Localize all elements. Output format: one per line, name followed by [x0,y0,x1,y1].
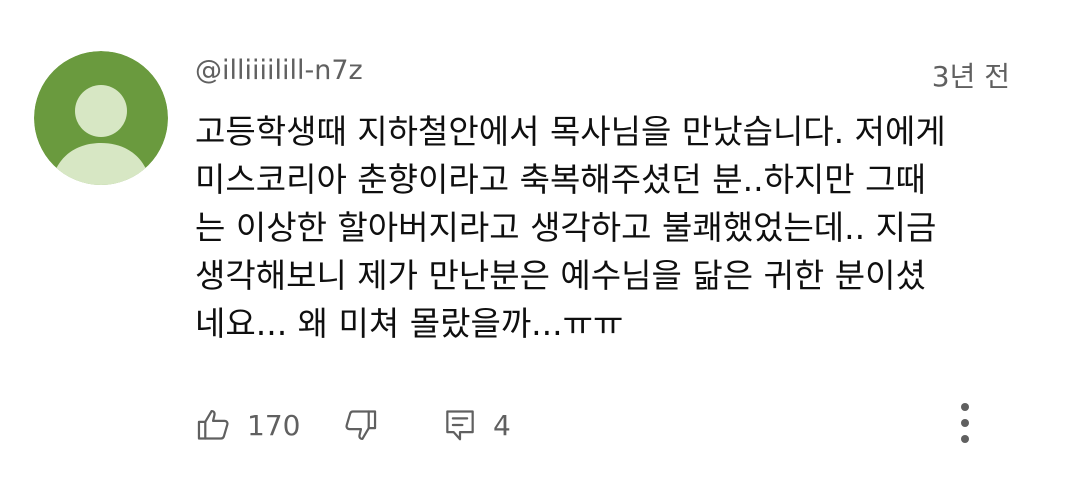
comment-timestamp: 3년 전 [931,60,1010,93]
reply-button[interactable]: 4 [441,400,511,450]
thumbs-up-icon [195,406,233,444]
comment-text-line: 는 이상한 할아버지라고 생각하고 불쾌했었는데.. 지금 [195,208,937,247]
reply-comment-icon [441,406,479,444]
thumbs-down-icon [341,406,379,444]
reply-count: 4 [493,408,511,442]
comment-text-line: 미스코리아 춘향이라고 축복해주셨던 분..하지만 그때 [195,160,926,199]
like-count: 170 [247,408,301,442]
like-button[interactable]: 170 [195,400,300,450]
comment-text-line: 고등학생때 지하철안에서 목사님을 만났습니다. 저에게 [195,112,946,151]
dislike-button[interactable] [341,400,379,450]
comment-text-line: 네요... 왜 미쳐 몰랐을까...ㅠㅠ [195,304,624,343]
comment-author[interactable]: @illiiiilill-n7z [195,55,363,86]
avatar[interactable] [34,51,168,185]
comment-text-line: 생각해보니 제가 만난분은 예수님을 닮은 귀한 분이셨 [195,256,926,295]
more-vertical-icon [959,401,971,449]
more-options-button[interactable] [950,400,980,450]
comment-text: 고등학생때 지하철안에서 목사님을 만났습니다. 저에게 미스코리아 춘향이라고… [195,108,1035,348]
default-avatar-icon [34,51,168,185]
comment-action-bar: 170 4 [195,400,1015,450]
